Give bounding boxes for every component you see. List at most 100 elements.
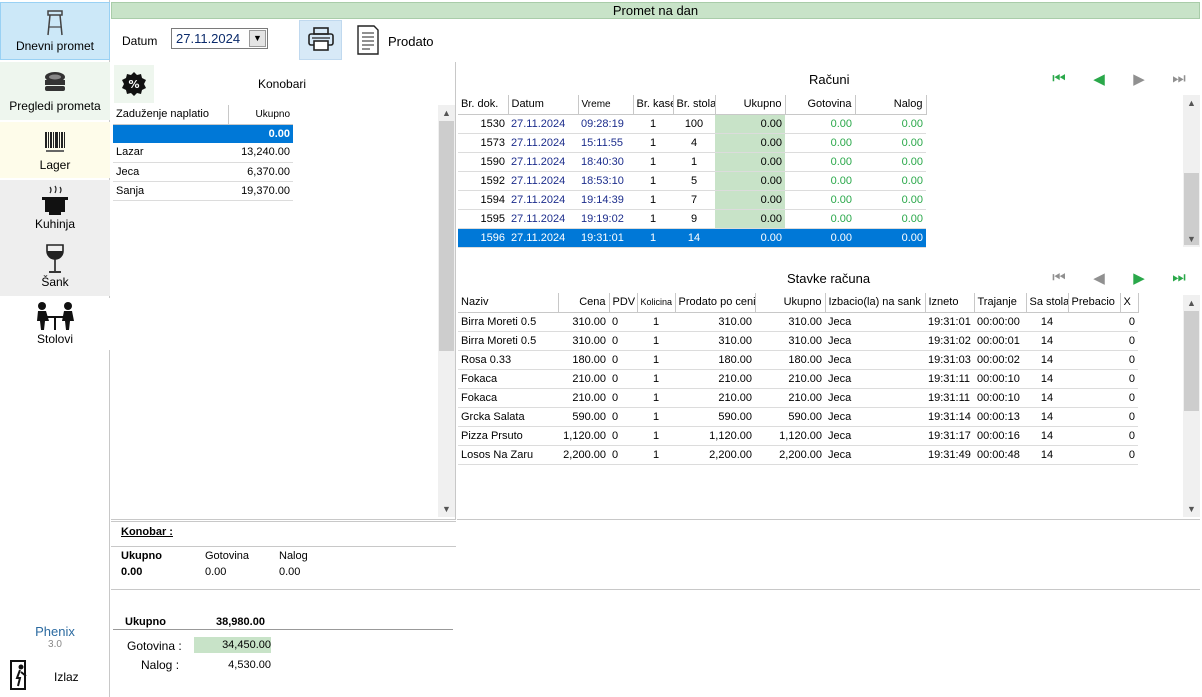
sidebar-item-sank[interactable]: Šank	[0, 238, 110, 296]
brand-name: Phenix	[35, 624, 75, 639]
column-header[interactable]: Zaduženje naplatio	[113, 105, 230, 125]
sidebar-item-dnevni-promet[interactable]: Dnevni promet	[0, 2, 110, 60]
svg-text:%: %	[128, 78, 139, 91]
divider	[111, 589, 1200, 590]
konobar-ukupno: 13,240.00	[228, 143, 293, 163]
printer-icon	[307, 26, 335, 55]
prodato-button[interactable]: Prodato	[354, 24, 434, 58]
sidebar-item-label: Šank	[41, 275, 69, 289]
divider	[113, 629, 453, 630]
sidebar-item-kuhinja[interactable]: Kuhinja	[0, 180, 110, 238]
scrollbar-thumb[interactable]	[439, 121, 454, 351]
barcode-icon	[43, 128, 67, 156]
column-header[interactable]: Gotovina	[785, 95, 856, 115]
table-row[interactable]: Fokaca 210.00 0 1 210.00 210.00 Jeca 19:31:11 00…	[458, 388, 1138, 408]
konobari-table: Zaduženje naplatio Ukupno 0.00 Lazar 13,…	[113, 105, 293, 201]
ukupno-column: Ukupno 0.00	[121, 550, 162, 578]
column-header[interactable]: Ukupno	[715, 95, 786, 115]
table-row[interactable]: 1594 27.11.2024 19:14:39 1 7 0.00 0.00 0.00	[458, 190, 926, 210]
table-row[interactable]: 1592 27.11.2024 18:53:10 1 5 0.00 0.00 0.00	[458, 171, 926, 191]
scroll-up-icon[interactable]: ▲	[438, 105, 455, 121]
previous-record-icon[interactable]: ◀	[1079, 70, 1119, 88]
konobari-scrollbar[interactable]: ▲ ▼	[438, 105, 455, 517]
exit-button[interactable]: Izlaz	[10, 660, 79, 693]
column-header[interactable]: Kolicina	[637, 293, 676, 313]
table-row[interactable]: Pizza Prsuto 1,120.00 0 1 1,120.00 1,120.00 Je…	[458, 426, 1138, 446]
datum-value: 27.11.2024	[176, 31, 241, 46]
column-header[interactable]: X	[1120, 293, 1139, 313]
table-row[interactable]: Birra Moreti 0.5 310.00 0 1 310.00 310.00 Jeca…	[458, 312, 1138, 332]
chevron-down-icon[interactable]: ▼	[249, 30, 266, 47]
table-row[interactable]: Sanja 19,370.00	[113, 181, 293, 201]
column-header[interactable]: Ukupno	[228, 105, 293, 125]
konobari-title: Konobari	[258, 77, 307, 91]
last-record-icon[interactable]: ⏭	[1159, 70, 1199, 88]
table-row[interactable]: Fokaca 210.00 0 1 210.00 210.00 Jeca 19:31:11 00…	[458, 369, 1138, 389]
table-row[interactable]: Rosa 0.33 180.00 0 1 180.00 180.00 Jeca 19:31:0…	[458, 350, 1138, 370]
scroll-down-icon[interactable]: ▼	[438, 501, 455, 517]
table-row[interactable]: Birra Moreti 0.5 310.00 0 1 310.00 310.00 Jeca…	[458, 331, 1138, 351]
first-record-icon[interactable]: ⏮	[1039, 70, 1079, 88]
sidebar-item-stolovi[interactable]: Stolovi	[0, 298, 110, 350]
last-record-icon[interactable]: ⏭	[1159, 269, 1199, 287]
next-record-icon[interactable]: ▶	[1119, 70, 1159, 88]
table-row[interactable]: 1530 27.11.2024 09:28:19 1 100 0.00 0.00 0.00	[458, 114, 926, 134]
sidebar-item-lager[interactable]: Lager	[0, 122, 110, 178]
racuni-scrollbar[interactable]: ▲ ▼	[1183, 95, 1200, 247]
column-header[interactable]: Sa stola	[1026, 293, 1069, 313]
brand: Phenix 3.0	[0, 624, 110, 650]
racuni-table: Br. dok. Datum Vreme Br. kase Br. stola Ukupn…	[458, 95, 927, 248]
column-header[interactable]: Prodato po ceni	[675, 293, 756, 313]
table-row[interactable]: 0.00	[113, 124, 293, 143]
sidebar-item-label: Dnevni promet	[15, 39, 95, 53]
first-record-icon[interactable]: ⏮	[1039, 269, 1079, 287]
prodato-label: Prodato	[388, 33, 434, 49]
next-record-icon[interactable]: ▶	[1119, 269, 1159, 287]
racuni-title: Računi	[809, 72, 850, 87]
racuni-navigation: ⏮ ◀ ▶ ⏭	[1039, 70, 1199, 88]
total-nalog-value: 4,530.00	[228, 659, 271, 671]
scroll-down-icon[interactable]: ▼	[1183, 501, 1200, 517]
column-header[interactable]: Izneto	[925, 293, 975, 313]
total-ukupno-value: 38,980.00	[216, 616, 265, 628]
column-header[interactable]: Prebacio	[1068, 293, 1121, 313]
sidebar-item-label: Kuhinja	[34, 217, 76, 231]
bar-stool-icon	[45, 9, 65, 37]
column-header[interactable]: Vreme	[578, 95, 634, 115]
percent-icon[interactable]: %	[114, 65, 154, 103]
previous-record-icon[interactable]: ◀	[1079, 269, 1119, 287]
toolbar: Datum 27.11.2024 ▼ Prodato	[111, 20, 1200, 62]
stavke-navigation: ⏮ ◀ ▶ ⏭	[1039, 269, 1199, 287]
column-header[interactable]: Br. dok.	[458, 95, 509, 115]
column-header[interactable]: Ukupno	[755, 293, 826, 313]
scroll-down-icon[interactable]: ▼	[1183, 231, 1200, 247]
column-header[interactable]: Datum	[508, 95, 579, 115]
exit-door-icon	[10, 660, 34, 693]
table-row[interactable]: Lazar 13,240.00	[113, 143, 293, 163]
wine-glass-icon	[44, 244, 66, 273]
total-gotovina-value: 34,450.00	[194, 637, 271, 653]
column-header[interactable]: Naziv	[458, 293, 559, 313]
column-header[interactable]: Cena	[558, 293, 610, 313]
table-row[interactable]: 1573 27.11.2024 15:11:55 1 4 0.00 0.00 0.00	[458, 133, 926, 153]
konobar-ukupno: 19,370.00	[228, 181, 293, 201]
column-header[interactable]: Nalog	[855, 95, 927, 115]
table-row[interactable]: Grcka Salata 590.00 0 1 590.00 590.00 Jeca 19:3…	[458, 407, 1138, 427]
table-row[interactable]: 1596 27.11.2024 19:31:01 1 14 0.00 0.00 0.00	[458, 228, 926, 248]
scroll-up-icon[interactable]: ▲	[1183, 95, 1200, 111]
column-header[interactable]: Izbacio(la) na sank	[825, 293, 926, 313]
table-row[interactable]: Jeca 6,370.00	[113, 162, 293, 182]
table-row[interactable]: 1595 27.11.2024 19:19:02 1 9 0.00 0.00 0.00	[458, 209, 926, 229]
sidebar-item-pregledi-prometa[interactable]: Pregledi prometa	[0, 62, 110, 120]
nalog-column: Nalog 0.00	[279, 550, 308, 578]
print-button[interactable]	[299, 20, 342, 60]
stavke-scrollbar[interactable]: ▲ ▼	[1183, 295, 1200, 517]
column-header[interactable]: Br. kase	[633, 95, 674, 115]
column-header[interactable]: PDV	[609, 293, 638, 313]
table-row[interactable]: 1590 27.11.2024 18:40:30 1 1 0.00 0.00 0.00	[458, 152, 926, 172]
column-header[interactable]: Trajanje	[974, 293, 1027, 313]
table-row[interactable]: Losos Na Zaru 2,200.00 0 1 2,200.00 2,200.00 J…	[458, 445, 1138, 465]
scrollbar-thumb[interactable]	[1184, 311, 1199, 411]
scroll-up-icon[interactable]: ▲	[1183, 295, 1200, 311]
column-header[interactable]: Br. stola	[673, 95, 716, 115]
